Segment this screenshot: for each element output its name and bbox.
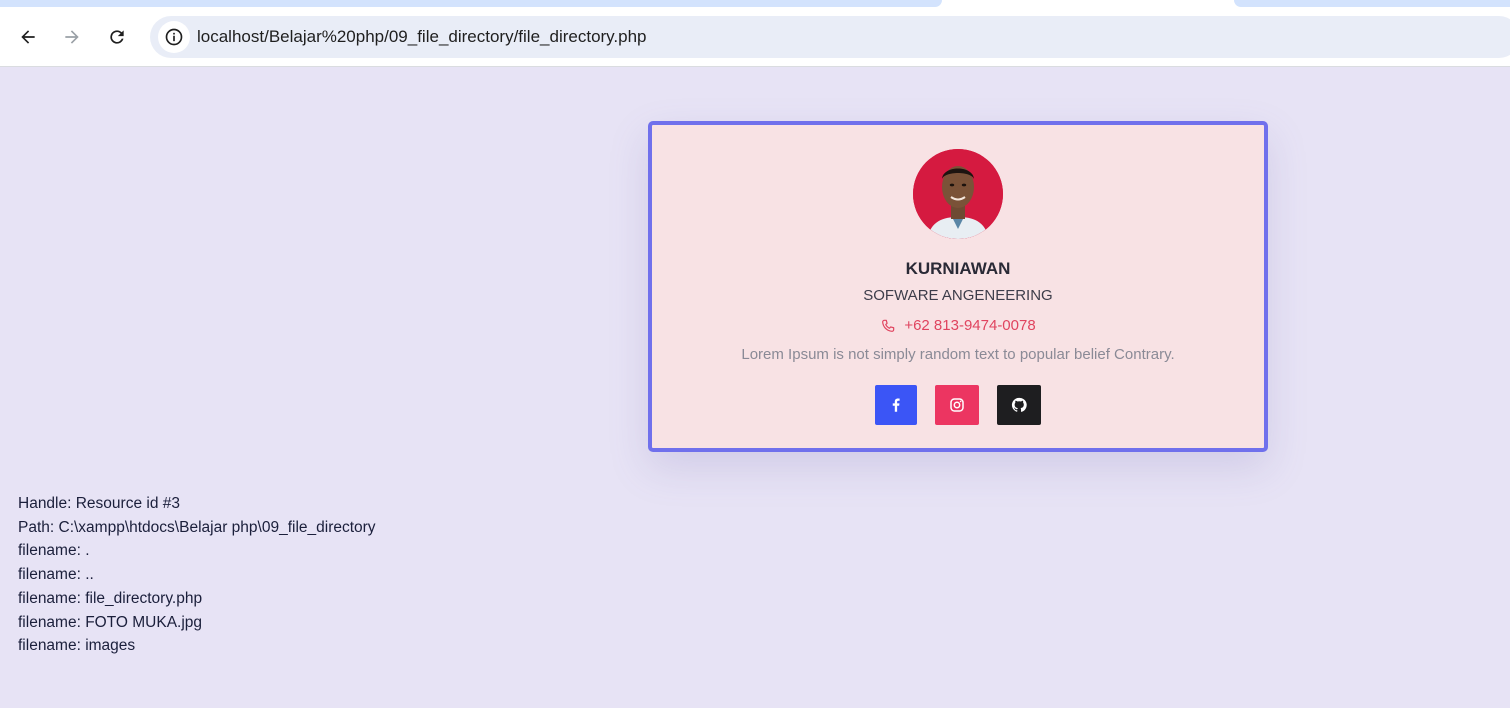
- facebook-icon: [892, 398, 900, 412]
- reload-button[interactable]: [100, 20, 134, 54]
- phone-icon: [882, 319, 895, 332]
- github-icon: [1011, 397, 1027, 412]
- site-info-button[interactable]: [158, 21, 190, 53]
- avatar: [913, 149, 1003, 239]
- profile-photo: [913, 149, 1003, 239]
- profile-card: KURNIAWAN SOFWARE ANGENEERING +62 813-94…: [648, 121, 1268, 452]
- profile-role: SOFWARE ANGENEERING: [863, 287, 1053, 304]
- instagram-icon: [950, 398, 964, 412]
- output-line-path: Path: C:\xampp\htdocs\Belajar php\09_fil…: [18, 518, 376, 536]
- directory-output: Handle: Resource id #3 Path: C:\xampp\ht…: [18, 492, 376, 658]
- address-bar[interactable]: localhost/Belajar%20php/09_file_director…: [150, 16, 1510, 58]
- profile-phone[interactable]: +62 813-9474-0078: [652, 317, 1264, 334]
- output-line-filename: filename: file_directory.php: [18, 589, 203, 607]
- tab-strip: [0, 0, 1510, 8]
- inactive-tab-right[interactable]: [1234, 0, 1510, 7]
- instagram-button[interactable]: [935, 385, 979, 425]
- output-line-handle: Handle: Resource id #3: [18, 495, 180, 512]
- social-links: [652, 385, 1264, 425]
- github-button[interactable]: [997, 385, 1041, 425]
- output-line-filename: filename: FOTO MUKA.jpg: [18, 613, 203, 631]
- output-line-filename: filename: .: [18, 542, 90, 560]
- browser-toolbar: localhost/Belajar%20php/09_file_director…: [0, 8, 1510, 67]
- output-line-filename: filename: images: [18, 637, 136, 655]
- info-icon: [165, 28, 183, 46]
- profile-description: Lorem Ipsum is not simply random text to…: [741, 346, 1175, 363]
- arrow-left-icon: [21, 30, 35, 44]
- reload-icon: [110, 30, 124, 44]
- back-button[interactable]: [11, 20, 45, 54]
- facebook-button[interactable]: [875, 385, 917, 425]
- forward-button[interactable]: [55, 20, 89, 54]
- inactive-tab-left[interactable]: [0, 0, 942, 7]
- arrow-right-icon: [65, 30, 79, 44]
- profile-name: KURNIAWAN: [905, 259, 1011, 278]
- url-text[interactable]: localhost/Belajar%20php/09_file_director…: [197, 27, 647, 47]
- phone-number[interactable]: +62 813-9474-0078: [904, 317, 1035, 334]
- output-line-filename: filename: ..: [18, 566, 94, 584]
